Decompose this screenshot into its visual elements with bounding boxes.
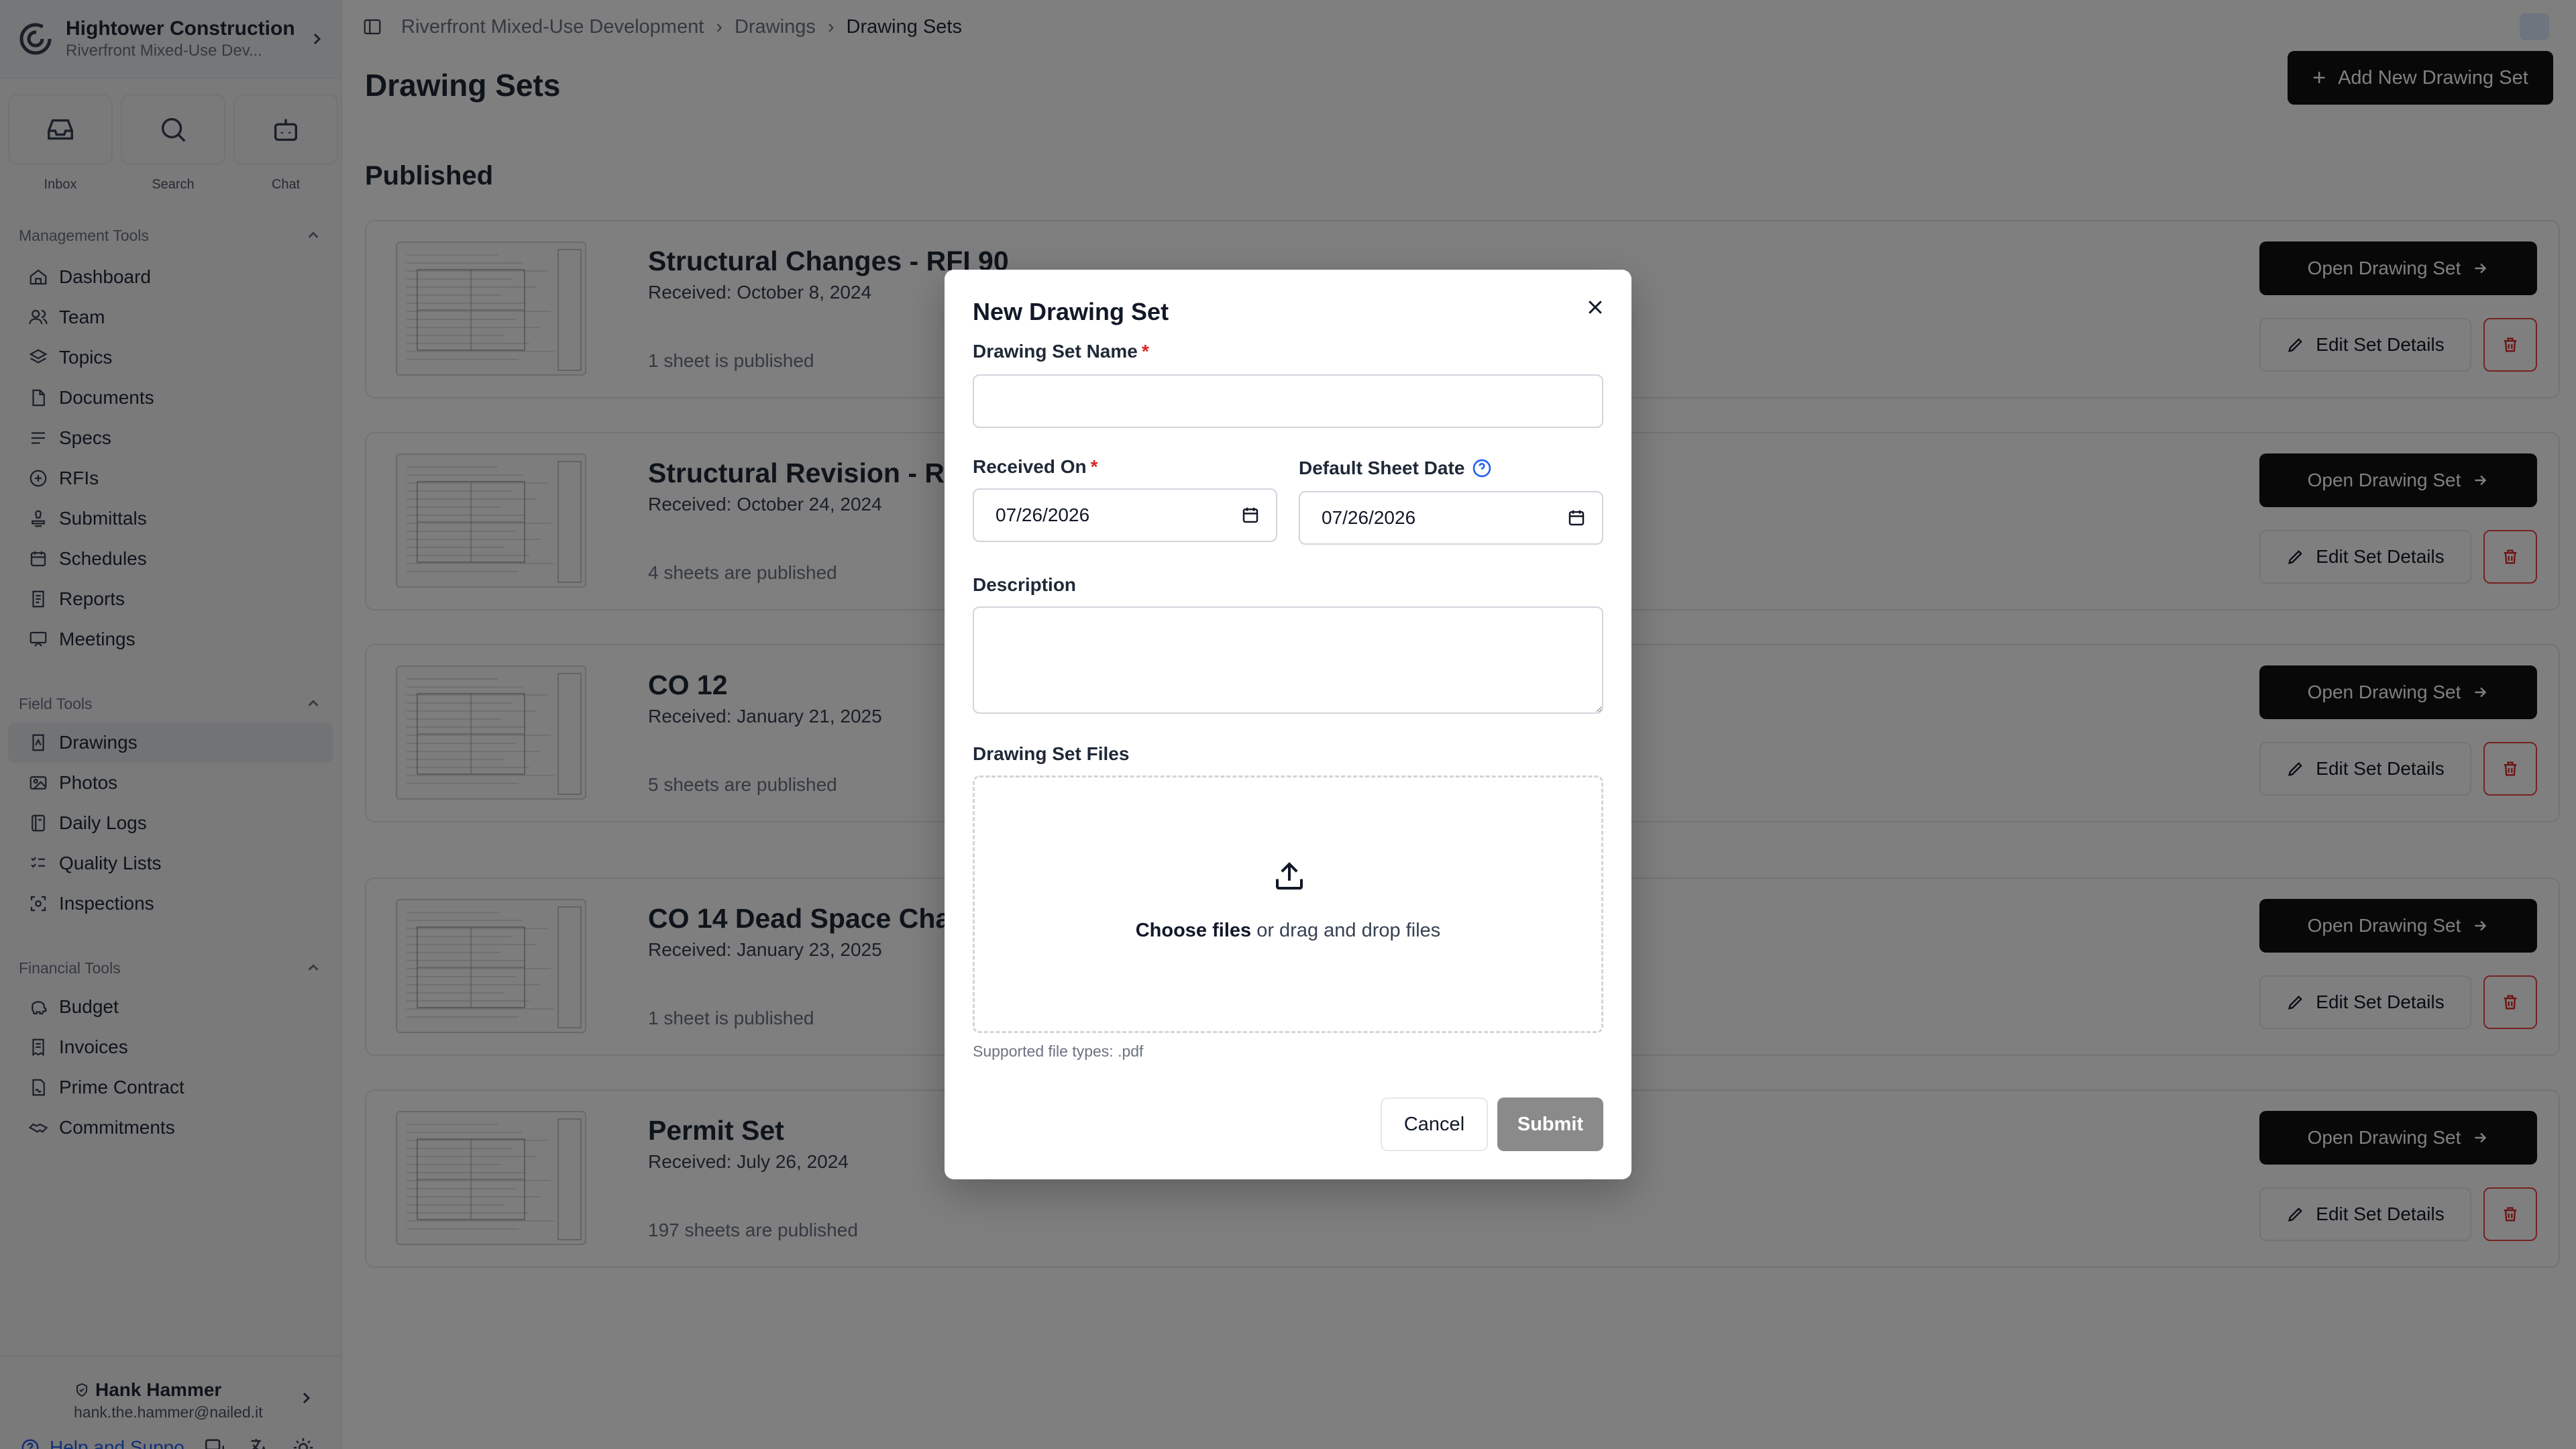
dropzone-hint: or drag and drop files [1251,920,1441,941]
received-on-value: 07/26/2026 [996,504,1090,525]
default-sheet-date-value: 07/26/2026 [1322,507,1416,528]
cancel-button[interactable]: Cancel [1381,1097,1488,1151]
close-icon [1589,301,1602,314]
help-circle-icon[interactable] [1471,458,1493,479]
received-on-label: Received On * [973,456,1098,477]
drawing-set-name-label: Drawing Set Name * [973,341,1149,362]
choose-files-link[interactable]: Choose files [1136,920,1251,941]
received-on-date-input[interactable]: 07/26/2026 [973,488,1277,542]
close-button[interactable] [1582,294,1609,321]
file-dropzone[interactable]: Choose files or drag and drop files [973,775,1603,1033]
default-sheet-date-label: Default Sheet Date [1299,458,1493,479]
calendar-button[interactable] [1560,502,1593,534]
description-textarea[interactable] [973,606,1603,714]
dialog-title: New Drawing Set [973,298,1169,325]
default-sheet-date-input[interactable]: 07/26/2026 [1299,491,1603,545]
dropzone-text: Choose files or drag and drop files [975,920,1601,942]
drawing-set-files-label: Drawing Set Files [973,743,1130,764]
calendar-icon [1568,510,1585,526]
calendar-icon [1242,507,1258,523]
drawing-set-name-input[interactable] [973,374,1603,428]
description-label: Description [973,574,1077,595]
calendar-button[interactable] [1234,499,1267,531]
supported-file-types: Supported file types: .pdf [973,1042,1144,1060]
upload-icon [1275,862,1303,890]
submit-button[interactable]: Submit [1497,1097,1603,1151]
new-drawing-set-dialog: New Drawing Set Drawing Set Name * Receiv… [945,270,1631,1179]
